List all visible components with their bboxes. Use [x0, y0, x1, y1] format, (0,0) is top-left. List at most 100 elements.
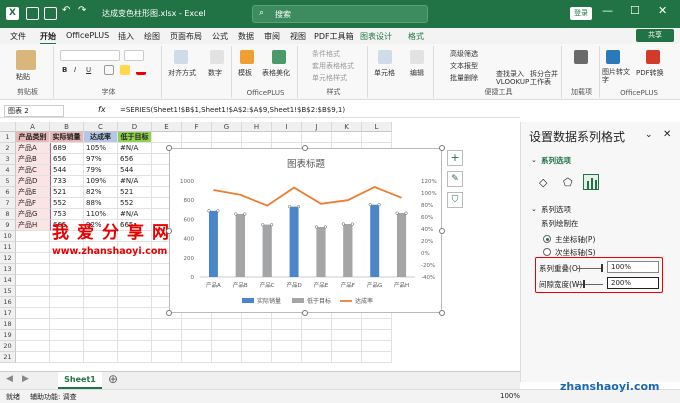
table-cell[interactable]: 552	[118, 198, 152, 209]
empty-cell[interactable]	[50, 286, 84, 297]
resize-handle[interactable]	[439, 228, 445, 234]
row-header[interactable]: 5	[0, 176, 16, 187]
chart-filter-button[interactable]: ⛉	[447, 192, 463, 208]
menu-tab[interactable]: 审阅	[264, 31, 280, 42]
row-header[interactable]: 18	[0, 319, 16, 330]
empty-cell[interactable]	[302, 319, 332, 330]
overlap-input[interactable]: 100%	[607, 261, 659, 273]
menu-tab[interactable]: 绘图	[144, 31, 160, 42]
column-header[interactable]: E	[152, 122, 182, 132]
font-size-select[interactable]	[124, 50, 144, 61]
empty-cell[interactable]	[50, 275, 84, 286]
empty-cell[interactable]	[84, 319, 118, 330]
cells-button[interactable]: 单元格	[374, 68, 395, 78]
empty-cell[interactable]	[242, 330, 272, 341]
cell-style-button[interactable]: 单元格样式	[312, 73, 347, 83]
table-cell[interactable]: 82%	[84, 187, 118, 198]
empty-cell[interactable]	[152, 341, 182, 352]
prev-sheet-icon[interactable]: ◀	[6, 374, 13, 384]
menu-tab[interactable]: 公式	[212, 31, 228, 42]
table-cell[interactable]: 521	[50, 187, 84, 198]
row-header[interactable]: 4	[0, 165, 16, 176]
resize-handle[interactable]	[439, 145, 445, 151]
column-header[interactable]: B	[50, 122, 84, 132]
template-icon[interactable]	[240, 50, 254, 64]
empty-cell[interactable]	[16, 264, 50, 275]
column-header[interactable]: K	[332, 122, 362, 132]
empty-cell[interactable]	[118, 352, 152, 363]
row-header[interactable]: 2	[0, 143, 16, 154]
table-cell[interactable]: 产品C	[16, 165, 50, 176]
empty-cell[interactable]	[84, 286, 118, 297]
empty-cell[interactable]	[302, 341, 332, 352]
text-report-button[interactable]: 文本报型	[450, 61, 478, 71]
row-header[interactable]: 21	[0, 352, 16, 363]
table-cell[interactable]: 552	[50, 198, 84, 209]
empty-cell[interactable]	[152, 330, 182, 341]
login-button[interactable]: 登录	[570, 7, 592, 20]
empty-cell[interactable]	[16, 330, 50, 341]
table-cell[interactable]: 产品F	[16, 198, 50, 209]
empty-cell[interactable]	[242, 319, 272, 330]
empty-cell[interactable]	[332, 319, 362, 330]
row-header[interactable]: 20	[0, 341, 16, 352]
empty-cell[interactable]	[118, 330, 152, 341]
empty-cell[interactable]	[16, 319, 50, 330]
table-cell[interactable]: 733	[50, 176, 84, 187]
empty-cell[interactable]	[50, 264, 84, 275]
empty-cell[interactable]	[332, 330, 362, 341]
header-cell[interactable]: 低于目标	[118, 132, 152, 143]
empty-cell[interactable]	[182, 341, 212, 352]
column-header[interactable]: L	[362, 122, 392, 132]
table-cell[interactable]: 689	[50, 143, 84, 154]
row-header[interactable]: 11	[0, 242, 16, 253]
empty-cell[interactable]	[182, 132, 212, 143]
empty-cell[interactable]	[182, 352, 212, 363]
empty-cell[interactable]	[50, 341, 84, 352]
add-sheet-icon[interactable]: ⊕	[108, 372, 118, 386]
empty-cell[interactable]	[362, 341, 392, 352]
vlookup-button[interactable]: 查找录入VLOOKUP	[496, 70, 530, 86]
empty-cell[interactable]	[272, 330, 302, 341]
row-header[interactable]: 3	[0, 154, 16, 165]
empty-cell[interactable]	[84, 352, 118, 363]
row-header[interactable]: 12	[0, 253, 16, 264]
empty-cell[interactable]	[16, 341, 50, 352]
table-cell[interactable]: 88%	[84, 198, 118, 209]
overlap-slider[interactable]	[577, 268, 603, 269]
empty-cell[interactable]	[84, 308, 118, 319]
empty-cell[interactable]	[16, 286, 50, 297]
batch-delete-button[interactable]: 批量删除	[450, 73, 478, 83]
empty-cell[interactable]	[16, 242, 50, 253]
addin-icon[interactable]	[574, 50, 588, 64]
column-header[interactable]: G	[212, 122, 242, 132]
empty-cell[interactable]	[152, 132, 182, 143]
empty-cell[interactable]	[16, 253, 50, 264]
zoom-level[interactable]: 100%	[500, 392, 520, 400]
advanced-filter-button[interactable]: 高级筛选	[450, 49, 478, 59]
chevron-down-icon[interactable]: ⌄	[531, 156, 537, 164]
table-cell[interactable]: #N/A	[118, 176, 152, 187]
empty-cell[interactable]	[84, 264, 118, 275]
resize-handle[interactable]	[166, 228, 172, 234]
series-options-icon[interactable]	[583, 174, 599, 190]
row-header[interactable]: 13	[0, 264, 16, 275]
header-cell[interactable]: 实际销量	[50, 132, 84, 143]
column-header[interactable]: A	[16, 122, 50, 132]
empty-cell[interactable]	[272, 341, 302, 352]
empty-cell[interactable]	[302, 330, 332, 341]
empty-cell[interactable]	[50, 330, 84, 341]
select-all-corner[interactable]	[0, 122, 16, 132]
row-header[interactable]: 6	[0, 187, 16, 198]
share-button[interactable]: 共享	[636, 29, 674, 42]
menu-tab[interactable]: 文件	[10, 31, 26, 42]
menu-tab[interactable]: PDF工具箱	[314, 31, 354, 42]
empty-cell[interactable]	[212, 330, 242, 341]
empty-cell[interactable]	[362, 352, 392, 363]
empty-cell[interactable]	[242, 132, 272, 143]
empty-cell[interactable]	[50, 319, 84, 330]
formula-input[interactable]: =SERIES(Sheet1!$B$1,Sheet1!$A$2:$A$9,She…	[120, 106, 345, 114]
row-header[interactable]: 10	[0, 231, 16, 242]
save-icon[interactable]	[26, 7, 39, 20]
fill-color-icon[interactable]	[120, 65, 130, 75]
